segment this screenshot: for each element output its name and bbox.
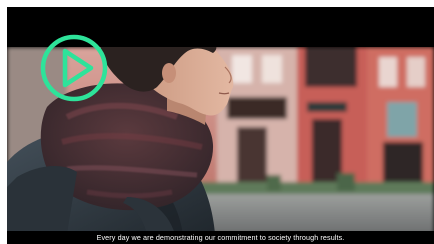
subtitle-caption: Every day we are demonstrating our commi… xyxy=(96,233,345,242)
play-button[interactable] xyxy=(40,34,108,102)
video-player: Every day we are demonstrating our commi… xyxy=(0,0,434,244)
play-icon xyxy=(40,34,108,102)
